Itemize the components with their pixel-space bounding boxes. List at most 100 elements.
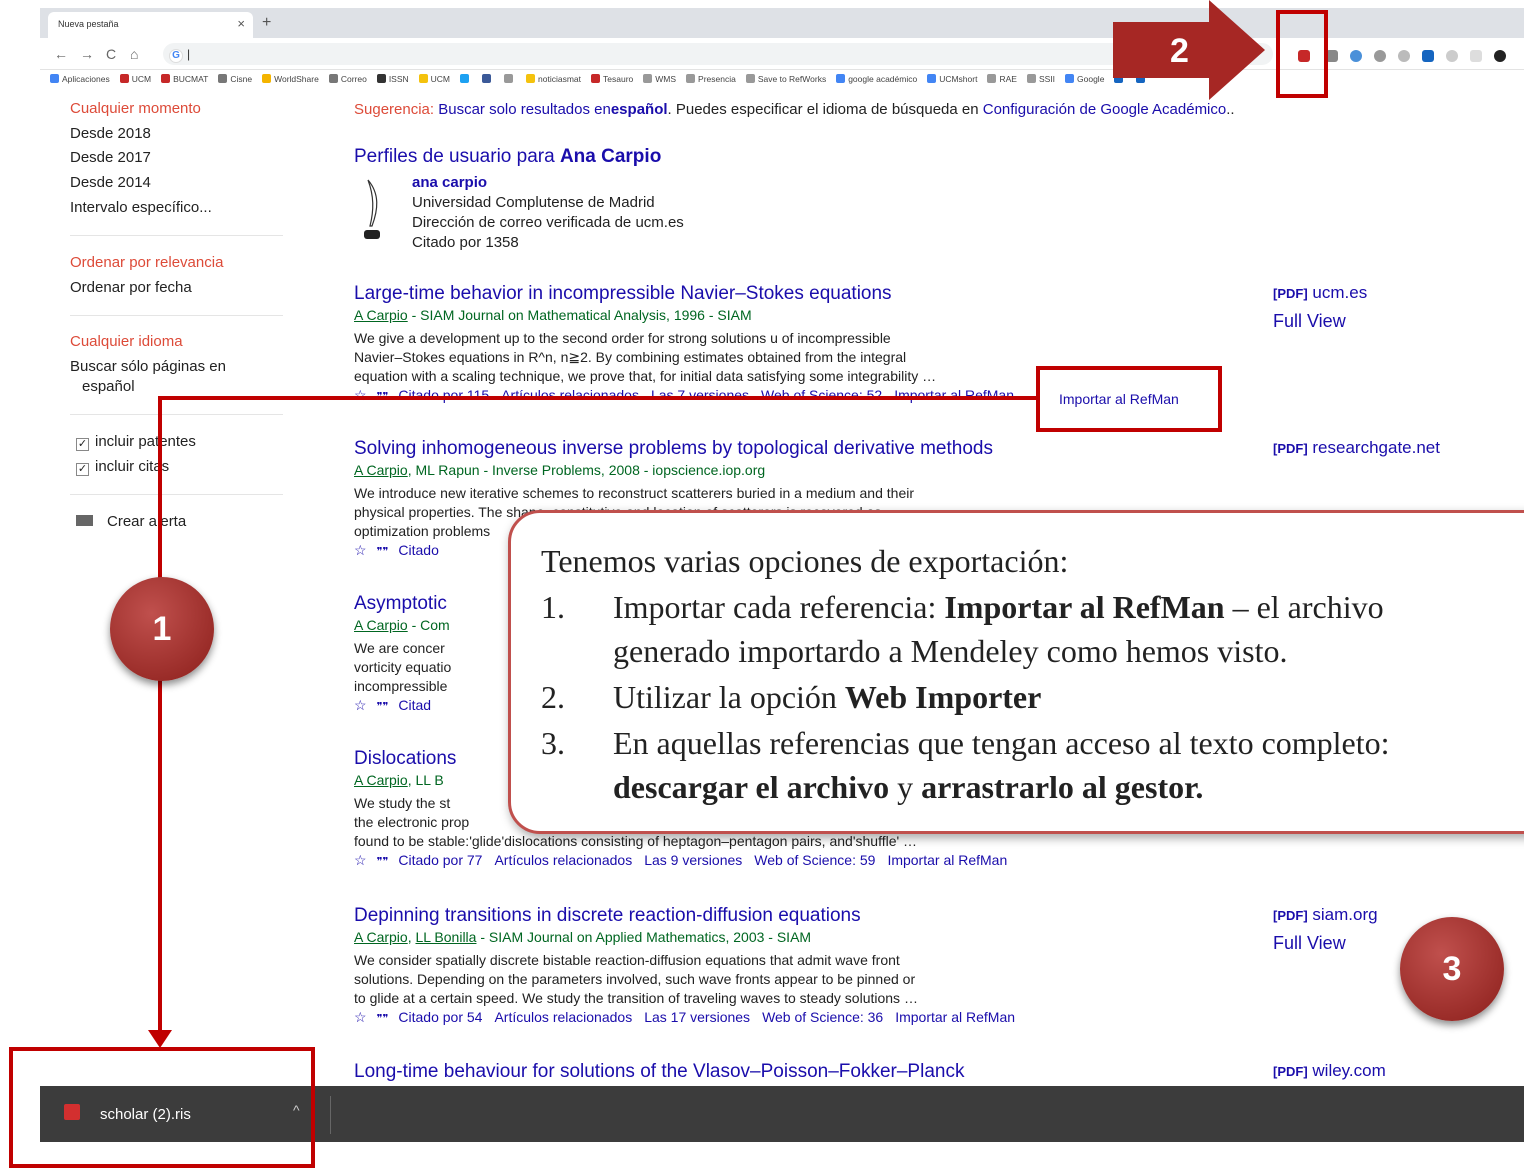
result-fulltext-link[interactable]: [PDF] wiley.com — [1273, 1061, 1386, 1081]
web-of-science-link[interactable]: Web of Science: 36 — [762, 1009, 883, 1025]
bookmark-item[interactable]: Tesauro — [591, 74, 633, 84]
item-number: 1. — [541, 589, 565, 625]
star-icon[interactable]: ☆ — [354, 542, 367, 558]
bookmark-item[interactable]: BUCMAT — [161, 74, 208, 84]
extension-icon[interactable] — [1374, 50, 1386, 62]
bookmark-item[interactable]: UCM — [119, 74, 151, 84]
bookmark-item[interactable]: WorldShare — [262, 74, 319, 84]
result-title[interactable]: Long-time behaviour for solutions of the… — [354, 1061, 964, 1083]
extension-icon[interactable] — [1470, 50, 1482, 62]
star-icon[interactable]: ☆ — [354, 852, 367, 868]
sort-date[interactable]: Ordenar por fecha — [70, 279, 192, 296]
result-fulltext-link[interactable]: [PDF] ucm.es — [1273, 283, 1367, 303]
filter-spanish-pages[interactable]: Buscar sólo páginas en — [70, 358, 226, 375]
result-fulltext-link[interactable]: [PDF] researchgate.net — [1273, 438, 1440, 458]
full-view-link[interactable]: Full View — [1273, 311, 1346, 332]
cited-by-link[interactable]: Citad — [398, 697, 431, 713]
address-bar[interactable]: G | — [163, 43, 1273, 65]
result-title[interactable]: Asymptotic — [354, 593, 447, 615]
filter-since-2017[interactable]: Desde 2017 — [70, 149, 151, 166]
create-alert-button[interactable]: Crear alerta — [76, 513, 186, 530]
author-link[interactable]: LL Bonilla — [415, 929, 476, 945]
bookmark-item[interactable]: Presencia — [686, 74, 736, 84]
extension-icon[interactable] — [1398, 50, 1410, 62]
bookmark-item[interactable]: Aplicaciones — [50, 74, 110, 84]
bookmark-item[interactable] — [482, 74, 494, 84]
result-title[interactable]: Large-time behavior in incompressible Na… — [354, 283, 892, 305]
quote-icon[interactable]: ❞❞ — [377, 701, 389, 713]
reload-icon[interactable]: C — [106, 46, 116, 62]
bookmark-item[interactable]: noticiasmat — [526, 74, 581, 84]
author-link[interactable]: A Carpio — [354, 929, 408, 945]
full-view-link[interactable]: Full View — [1273, 933, 1346, 954]
related-articles-link[interactable]: Artículos relacionados — [494, 852, 632, 868]
filter-any-time[interactable]: Cualquier momento — [70, 100, 201, 117]
related-articles-link[interactable]: Artículos relacionados — [494, 1009, 632, 1025]
versions-link[interactable]: Las 7 versiones — [651, 387, 749, 403]
spanish-only-link-bold[interactable]: español — [611, 101, 668, 118]
extension-icon[interactable] — [1446, 50, 1458, 62]
profile-name[interactable]: ana carpio — [412, 174, 487, 191]
browser-tab[interactable]: Nueva pestaña × — [48, 12, 253, 38]
bookmark-item[interactable]: SSII — [1026, 74, 1055, 84]
import-refman-link[interactable]: Importar al RefMan — [894, 387, 1014, 403]
pdf-tag: [PDF] — [1273, 908, 1308, 923]
bookmark-item[interactable]: ISSN — [376, 74, 409, 84]
import-refman-link[interactable]: Importar al RefMan — [887, 852, 1007, 868]
result-title[interactable]: Solving inhomogeneous inverse problems b… — [354, 438, 993, 460]
include-citations-checkbox[interactable]: ✓ incluir citas — [76, 458, 169, 476]
extension-icon[interactable] — [1422, 50, 1434, 62]
quote-icon[interactable]: ❞❞ — [377, 546, 389, 558]
filter-since-2014[interactable]: Desde 2014 — [70, 174, 151, 191]
new-tab-button[interactable]: + — [262, 14, 271, 32]
back-icon[interactable]: ← — [54, 46, 68, 62]
versions-link[interactable]: Las 17 versiones — [644, 1009, 750, 1025]
profiles-heading[interactable]: Perfiles de usuario para Ana Carpio — [354, 146, 661, 168]
filter-custom-range[interactable]: Intervalo específico... — [70, 199, 212, 216]
result-title[interactable]: Dislocations — [354, 748, 456, 770]
spanish-only-link[interactable]: Buscar solo resultados en — [438, 101, 611, 118]
tab-close-icon[interactable]: × — [237, 16, 245, 31]
web-of-science-link[interactable]: Web of Science: 52 — [761, 387, 882, 403]
import-refman-link[interactable]: Importar al RefMan — [895, 1009, 1015, 1025]
author-link[interactable]: A Carpio — [354, 772, 408, 788]
result-fulltext-link[interactable]: [PDF] siam.org — [1273, 905, 1378, 925]
author-link[interactable]: A Carpio — [354, 307, 408, 323]
star-icon[interactable]: ☆ — [354, 1009, 367, 1025]
star-icon[interactable]: ☆ — [354, 387, 367, 403]
bookmark-item[interactable]: Google — [1065, 74, 1104, 84]
author-link[interactable]: A Carpio — [354, 462, 408, 478]
include-patents-checkbox[interactable]: ✓ incluir patentes — [76, 433, 196, 451]
result-title[interactable]: Depinning transitions in discrete reacti… — [354, 905, 861, 927]
bookmark-item[interactable]: Correo — [328, 74, 367, 84]
bookmark-item[interactable] — [504, 74, 516, 84]
quote-icon[interactable]: ❞❞ — [377, 856, 389, 868]
web-of-science-link[interactable]: Web of Science: 59 — [754, 852, 875, 868]
quote-icon[interactable]: ❞❞ — [377, 1013, 389, 1025]
bookmark-item[interactable]: RAE — [987, 74, 1017, 84]
cited-by-link[interactable]: Citado por 54 — [398, 1009, 482, 1025]
bookmark-item[interactable]: Save to RefWorks — [745, 74, 826, 84]
forward-icon[interactable]: → — [80, 46, 94, 62]
filter-any-language[interactable]: Cualquier idioma — [70, 333, 183, 350]
bookmark-item[interactable]: google académico — [836, 74, 917, 84]
cited-by-link[interactable]: Citado — [398, 542, 438, 558]
bookmark-item[interactable] — [460, 74, 472, 84]
cited-by-link[interactable]: Citado por 77 — [398, 852, 482, 868]
bookmark-item[interactable]: Cisne — [218, 74, 252, 84]
cited-by-link[interactable]: Citado por 115 — [398, 387, 489, 403]
related-articles-link[interactable]: Artículos relacionados — [501, 387, 639, 403]
callout-item-1-line-2: generado importardo a Mendeley como hemo… — [613, 633, 1288, 669]
filter-since-2018[interactable]: Desde 2018 — [70, 125, 151, 142]
versions-link[interactable]: Las 9 versiones — [644, 852, 742, 868]
author-link[interactable]: A Carpio — [354, 617, 408, 633]
extension-icon[interactable] — [1350, 50, 1362, 62]
filter-spanish-pages-2[interactable]: español — [82, 378, 135, 395]
bookmark-item[interactable]: UCMshort — [927, 74, 977, 84]
bookmark-item[interactable]: WMS — [643, 74, 676, 84]
sort-relevance[interactable]: Ordenar por relevancia — [70, 254, 223, 271]
star-icon[interactable]: ☆ — [354, 697, 367, 713]
home-icon[interactable]: ⌂ — [130, 46, 138, 62]
bookmark-item[interactable]: UCM — [418, 74, 450, 84]
profile-icon[interactable] — [1494, 50, 1506, 62]
